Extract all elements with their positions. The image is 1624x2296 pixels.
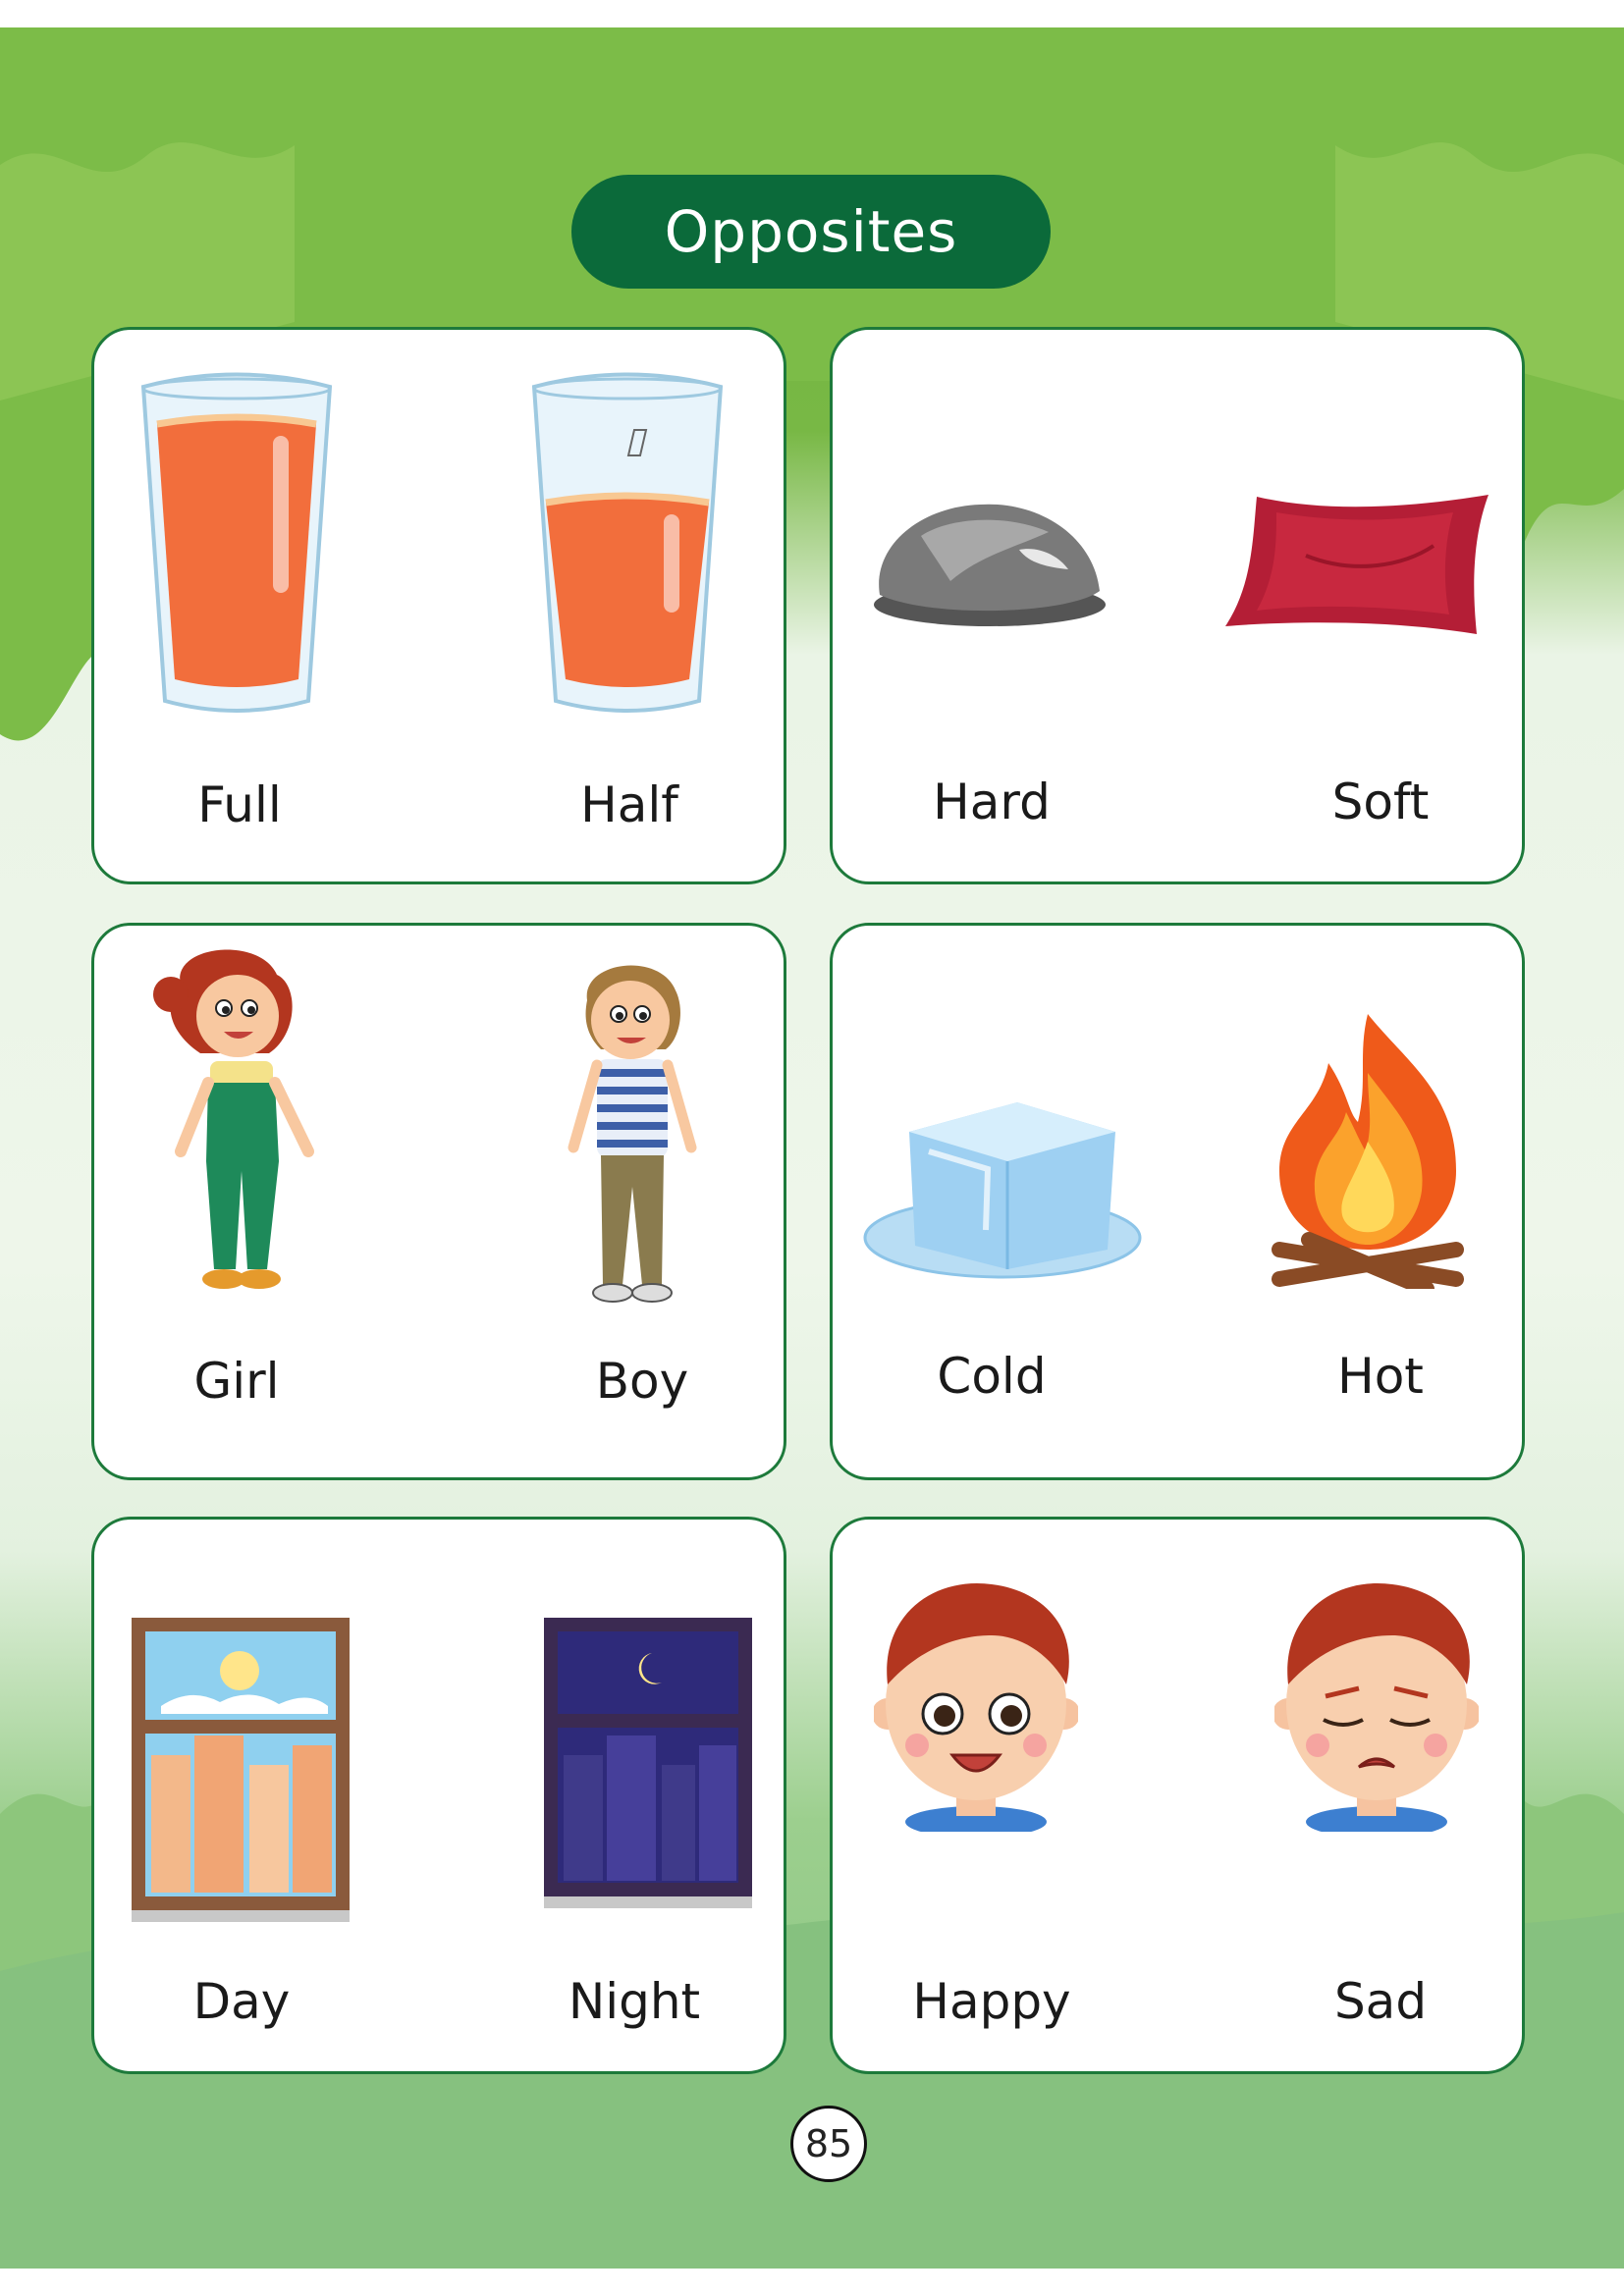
- word-hot: Hot: [1337, 1348, 1424, 1405]
- page-title: Opposites: [571, 175, 1051, 289]
- fire-icon: [1272, 1014, 1464, 1289]
- ice-cube-icon: [863, 1102, 1142, 1279]
- page-number: 85: [790, 2106, 867, 2182]
- word-hard: Hard: [933, 774, 1051, 830]
- girl-icon: [153, 949, 314, 1289]
- boy-icon: [568, 965, 697, 1303]
- word-night: Night: [568, 1973, 701, 2030]
- opposite-card-girl-boy: Girl Boy: [91, 923, 786, 1480]
- word-cold: Cold: [937, 1348, 1047, 1405]
- word-soft: Soft: [1331, 774, 1430, 830]
- opposite-card-day-night: Day Night: [91, 1517, 786, 2074]
- night-window-icon: [544, 1618, 752, 1908]
- day-window-icon: [132, 1618, 350, 1922]
- sad-face-icon: [1274, 1582, 1479, 1832]
- opposite-card-full-half: Full Half: [91, 327, 786, 884]
- word-girl: Girl: [193, 1353, 280, 1410]
- rock-icon: [874, 504, 1106, 626]
- word-day: Day: [192, 1973, 291, 2030]
- word-sad: Sad: [1333, 1973, 1428, 2030]
- opposite-card-happy-sad: Happy Sad: [830, 1517, 1525, 2074]
- word-full: Full: [197, 776, 282, 833]
- full-glass-icon: [140, 372, 333, 713]
- word-happy: Happy: [912, 1973, 1071, 2030]
- word-boy: Boy: [595, 1353, 689, 1410]
- happy-face-icon: [874, 1582, 1078, 1832]
- opposite-card-cold-hot: Cold Hot: [830, 923, 1525, 1480]
- half-glass-icon: [531, 372, 724, 713]
- pillow-icon: [1225, 495, 1489, 634]
- worksheet-page: Opposites Full Half Hard Soft Girl Boy C…: [0, 27, 1624, 2269]
- opposite-card-hard-soft: Hard Soft: [830, 327, 1525, 884]
- word-half: Half: [580, 776, 678, 833]
